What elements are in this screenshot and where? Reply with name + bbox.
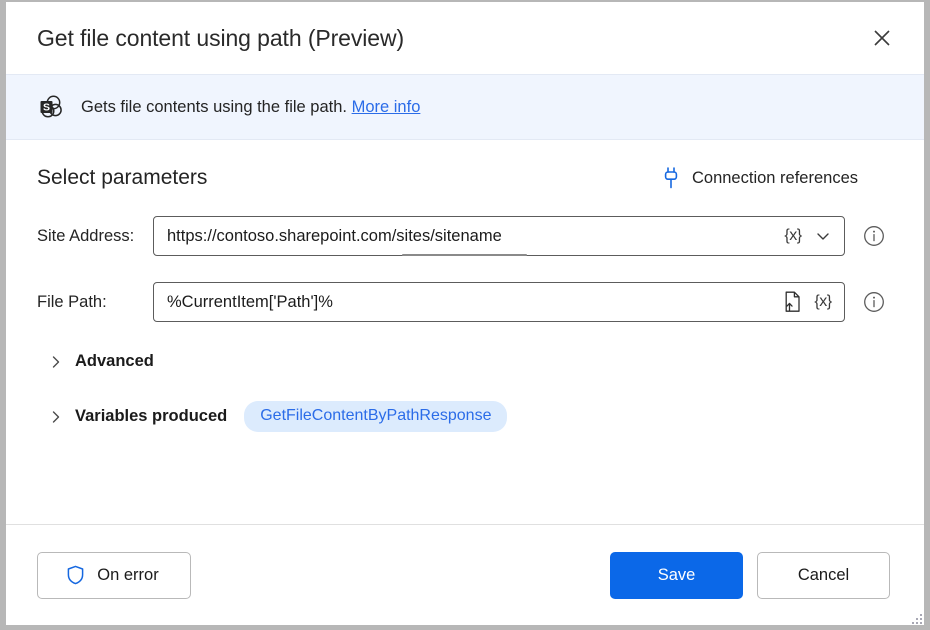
site-address-info-button[interactable] <box>859 221 889 251</box>
info-icon <box>862 224 886 248</box>
dialog-title: Get file content using path (Preview) <box>37 25 404 52</box>
save-button[interactable]: Save <box>610 552 743 599</box>
resize-grip[interactable] <box>908 610 922 624</box>
svg-text:S: S <box>43 101 50 113</box>
variable-token-label: {x} <box>784 227 801 245</box>
file-path-variable-button[interactable]: {x} <box>808 286 838 318</box>
connection-references-button[interactable]: Connection references <box>660 166 893 190</box>
file-path-label: File Path: <box>37 293 153 312</box>
close-icon <box>873 29 891 47</box>
banner-text-label: Gets file contents using the file path. <box>81 98 347 116</box>
cancel-label: Cancel <box>798 566 849 585</box>
file-path-input[interactable]: %CurrentItem['Path']% <box>167 293 778 312</box>
file-upload-icon <box>783 291 803 313</box>
dialog-body: Select parameters Connection references … <box>6 140 924 524</box>
chevron-right-icon <box>47 408 65 426</box>
dialog-titlebar: Get file content using path (Preview) <box>6 2 924 74</box>
banner-description: Gets file contents using the file path. … <box>81 98 420 117</box>
param-row-file-path: File Path: %CurrentItem['Path']% {x} <box>37 282 893 322</box>
info-banner: S Gets file contents using the file path… <box>6 74 924 140</box>
site-address-dropdown-button[interactable] <box>808 220 838 252</box>
save-label: Save <box>658 566 696 585</box>
info-icon <box>862 290 886 314</box>
site-address-label: Site Address: <box>37 227 153 246</box>
param-row-site-address: Site Address: https://contoso.sharepoint… <box>37 216 893 256</box>
dialog-footer: On error Save Cancel <box>6 524 924 625</box>
file-path-file-picker-button[interactable] <box>778 286 808 318</box>
chevron-right-icon <box>47 353 65 371</box>
close-button[interactable] <box>858 16 906 60</box>
shield-icon <box>65 565 86 586</box>
plug-icon <box>660 166 682 190</box>
expander-variables-produced[interactable]: Variables produced GetFileContentByPathR… <box>47 401 893 432</box>
expander-advanced[interactable]: Advanced <box>47 352 893 371</box>
variable-chip[interactable]: GetFileContentByPathResponse <box>244 401 507 432</box>
variable-token-label: {x} <box>814 293 831 311</box>
sharepoint-icon: S <box>37 92 67 122</box>
site-address-variable-button[interactable]: {x} <box>778 220 808 252</box>
file-path-field[interactable]: %CurrentItem['Path']% {x} <box>153 282 845 322</box>
on-error-button[interactable]: On error <box>37 552 191 599</box>
connection-references-label: Connection references <box>692 169 858 188</box>
section-title: Select parameters <box>37 166 207 190</box>
file-path-info-button[interactable] <box>859 287 889 317</box>
parameters-header: Select parameters Connection references <box>37 166 893 190</box>
expander-variables-label: Variables produced <box>75 407 227 426</box>
dialog-window: Get file content using path (Preview) S … <box>0 0 930 630</box>
site-address-input[interactable]: https://contoso.sharepoint.com/sites/sit… <box>167 227 778 246</box>
site-address-field[interactable]: https://contoso.sharepoint.com/sites/sit… <box>153 216 845 256</box>
more-info-link[interactable]: More info <box>352 98 421 116</box>
footer-actions: Save Cancel <box>610 552 893 599</box>
field-focus-underline <box>402 254 526 256</box>
on-error-label: On error <box>97 566 158 585</box>
chevron-down-icon <box>815 228 831 244</box>
expander-advanced-label: Advanced <box>75 352 154 371</box>
cancel-button[interactable]: Cancel <box>757 552 890 599</box>
